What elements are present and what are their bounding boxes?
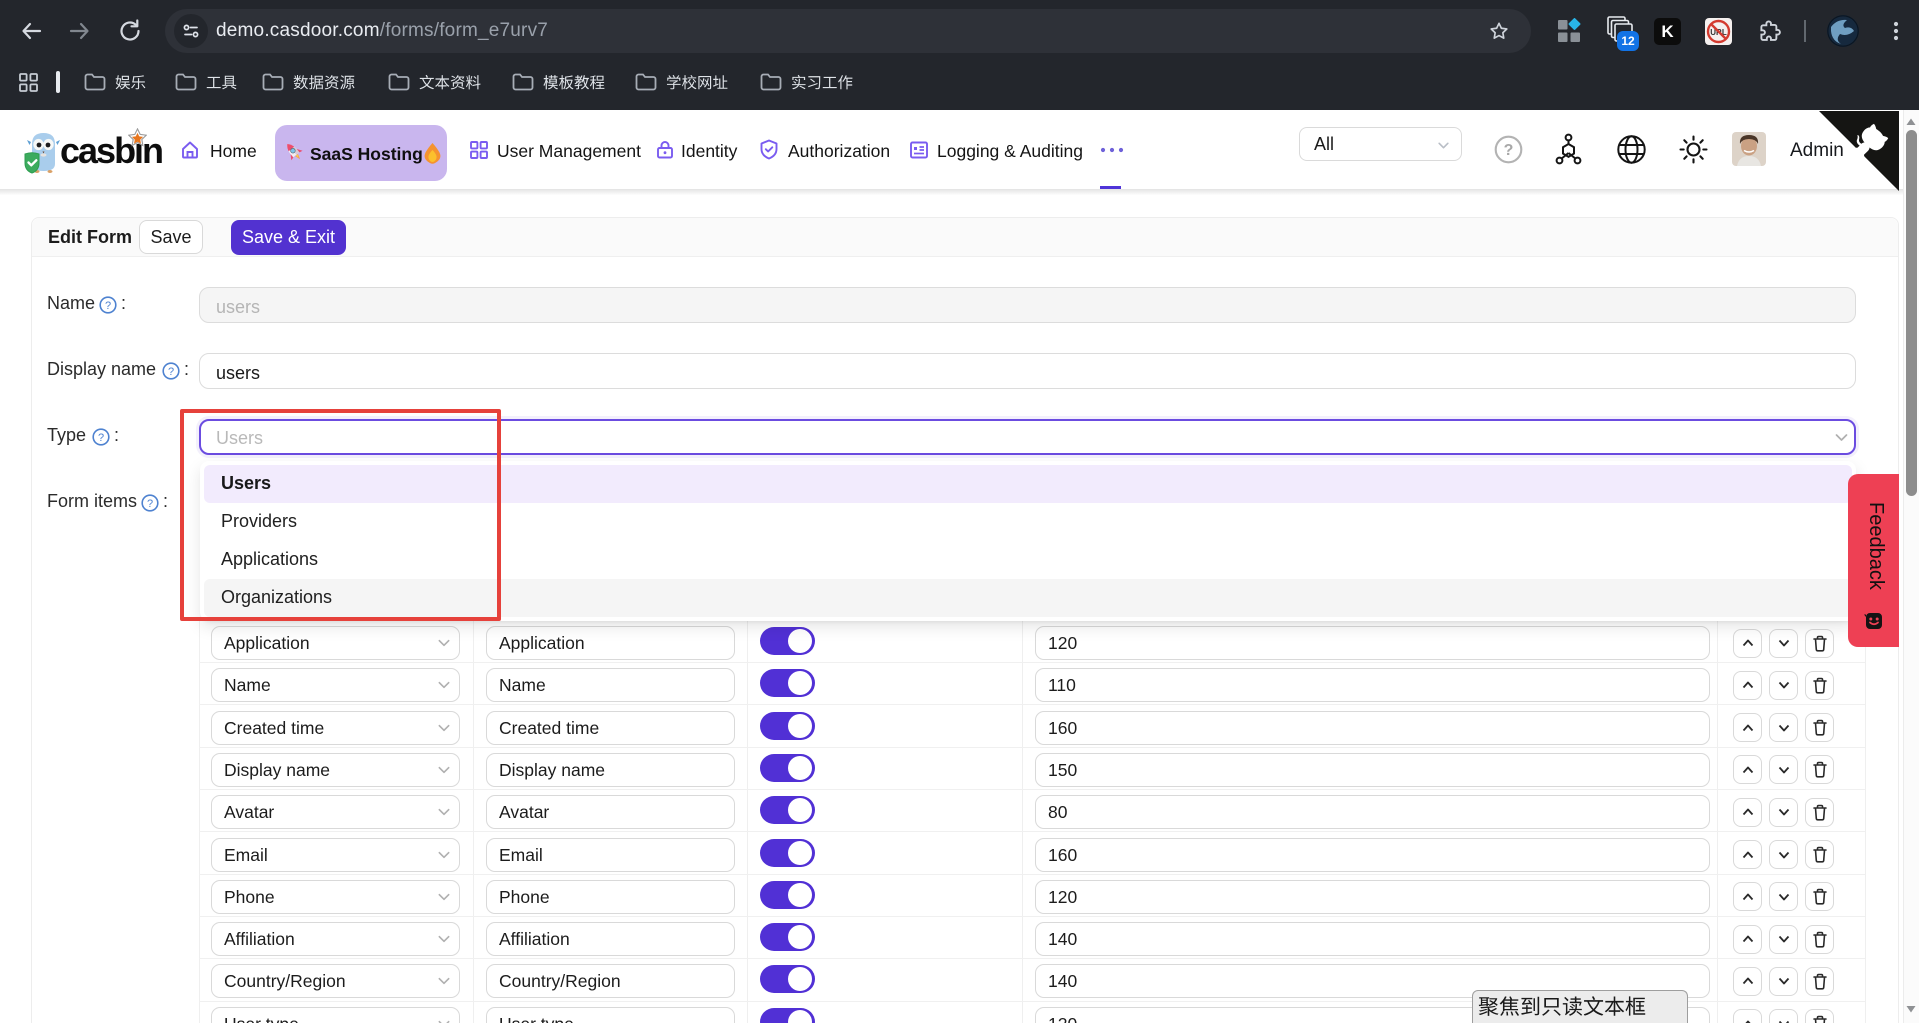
svg-text:?: ? <box>147 498 153 510</box>
svg-text:?: ? <box>1504 142 1514 159</box>
svg-text:?: ? <box>98 432 104 444</box>
svg-text:?: ? <box>105 300 111 312</box>
svg-text:?: ? <box>168 366 174 378</box>
